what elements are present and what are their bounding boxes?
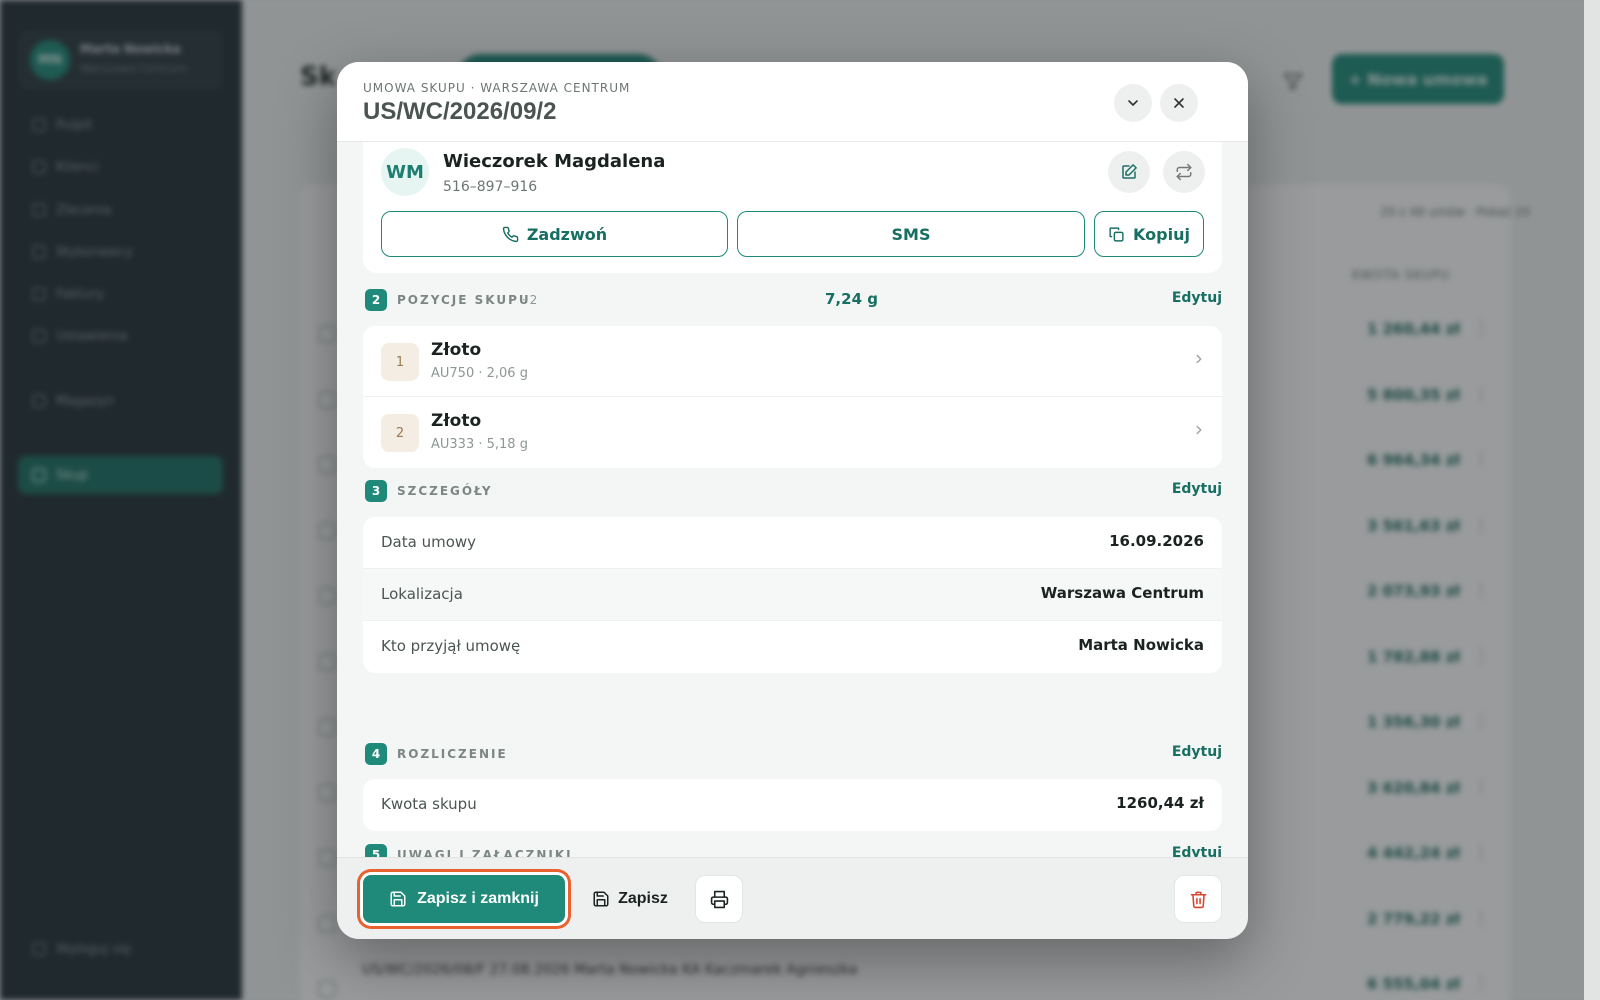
edit-items-link[interactable]: Edytuj xyxy=(1172,290,1222,306)
print-button[interactable] xyxy=(695,875,743,923)
copy-button-label: Kopiuj xyxy=(1133,224,1190,244)
detail-row-date: Data umowy 16.09.2026 xyxy=(363,517,1222,569)
scrollbar[interactable] xyxy=(1584,0,1600,1000)
detail-key: Kto przyjął umowę xyxy=(381,637,521,655)
chevron-right-icon xyxy=(1196,425,1202,435)
list-item[interactable]: 2 Złoto AU333 · 5,18 g xyxy=(363,397,1222,468)
sms-button-label: SMS xyxy=(891,224,931,244)
phone-icon xyxy=(502,226,519,242)
save-button[interactable]: Zapisz xyxy=(580,875,680,923)
modal-subtitle: UMOWA SKUPU · WARSZAWA CENTRUM xyxy=(363,81,631,95)
edit-details-link[interactable]: Edytuj xyxy=(1172,481,1222,497)
sms-button[interactable]: SMS xyxy=(737,211,1085,257)
save-icon xyxy=(593,891,609,907)
settlement-list: Kwota skupu 1260,44 zł xyxy=(363,779,1222,831)
detail-row-accepted-by: Kto przyjął umowę Marta Nowicka xyxy=(363,621,1222,673)
section-number: 3 xyxy=(365,480,387,502)
modal-body[interactable]: WM Wieczorek Magdalena 516–897–916 Zadzw… xyxy=(337,142,1248,920)
call-button-label: Zadzwoń xyxy=(526,224,608,244)
modal-title: US/WC/2026/09/2 xyxy=(363,98,557,125)
avatar: WM xyxy=(381,148,429,196)
total-weight: 7,24 g xyxy=(825,290,878,308)
detail-key: Data umowy xyxy=(381,533,477,551)
contract-modal: UMOWA SKUPU · WARSZAWA CENTRUM US/WC/202… xyxy=(337,62,1248,939)
detail-key: Kwota skupu xyxy=(381,795,477,813)
detail-key: Lokalizacja xyxy=(381,585,463,603)
section-label: ROZLICZENIE xyxy=(397,747,508,761)
change-customer-button[interactable] xyxy=(1163,151,1205,193)
detail-value: Marta Nowicka xyxy=(1078,636,1204,654)
detail-value: 1260,44 zł xyxy=(1116,794,1204,812)
section-label: SZCZEGÓŁY xyxy=(397,484,493,498)
edit-icon xyxy=(1122,164,1137,179)
section-label: POZYCJE SKUPU xyxy=(397,293,531,307)
detail-row-amount: Kwota skupu 1260,44 zł xyxy=(363,779,1222,831)
collapse-button[interactable] xyxy=(1114,84,1152,122)
modal-footer: Zapisz i zamknij Zapisz xyxy=(337,857,1248,939)
copy-button[interactable]: Kopiuj xyxy=(1094,211,1204,257)
items-list: 1 Złoto AU750 · 2,06 g 2 Złoto AU333 · 5… xyxy=(363,326,1222,468)
chevron-down-icon xyxy=(1128,100,1138,106)
item-meta: AU333 · 5,18 g xyxy=(431,437,528,452)
detail-row-location: Lokalizacja Warszawa Centrum xyxy=(363,569,1222,621)
customer-card: WM Wieczorek Magdalena 516–897–916 Zadzw… xyxy=(363,142,1222,273)
section-number: 4 xyxy=(365,743,387,765)
trash-icon xyxy=(1190,891,1206,908)
item-index: 2 xyxy=(381,414,419,452)
close-icon xyxy=(1174,98,1184,108)
swap-icon xyxy=(1176,163,1192,181)
section-number: 2 xyxy=(365,289,387,311)
detail-value: Warszawa Centrum xyxy=(1040,584,1204,602)
modal-header: UMOWA SKUPU · WARSZAWA CENTRUM US/WC/202… xyxy=(337,62,1248,142)
close-button[interactable] xyxy=(1160,84,1198,122)
details-list: Data umowy 16.09.2026 Lokalizacja Warsza… xyxy=(363,517,1222,673)
section-header-settlement: 4 ROZLICZENIE Edytuj xyxy=(365,743,1222,767)
edit-customer-button[interactable] xyxy=(1108,151,1150,193)
chevron-right-icon xyxy=(1196,354,1202,364)
save-icon xyxy=(390,891,406,907)
edit-settlement-link[interactable]: Edytuj xyxy=(1172,744,1222,760)
save-and-close-label: Zapisz i zamknij xyxy=(417,890,539,907)
item-count: · 2 xyxy=(522,293,538,307)
delete-button[interactable] xyxy=(1174,875,1222,923)
copy-icon xyxy=(1109,226,1124,242)
item-name: Złoto xyxy=(431,340,482,360)
customer-phone: 516–897–916 xyxy=(443,179,538,195)
customer-name: Wieczorek Magdalena xyxy=(443,151,666,172)
detail-value: 16.09.2026 xyxy=(1109,532,1204,550)
item-name: Złoto xyxy=(431,411,482,431)
list-item[interactable]: 1 Złoto AU750 · 2,06 g xyxy=(363,326,1222,397)
save-and-close-button[interactable]: Zapisz i zamknij xyxy=(363,875,565,923)
section-header-details: 3 SZCZEGÓŁY Edytuj xyxy=(365,480,1222,504)
item-meta: AU750 · 2,06 g xyxy=(431,366,528,381)
call-button[interactable]: Zadzwoń xyxy=(381,211,728,257)
item-index: 1 xyxy=(381,343,419,381)
printer-icon xyxy=(710,890,728,908)
save-label: Zapisz xyxy=(618,890,668,907)
section-header-items: 2 POZYCJE SKUPU · 2 7,24 g Edytuj xyxy=(365,289,1222,313)
